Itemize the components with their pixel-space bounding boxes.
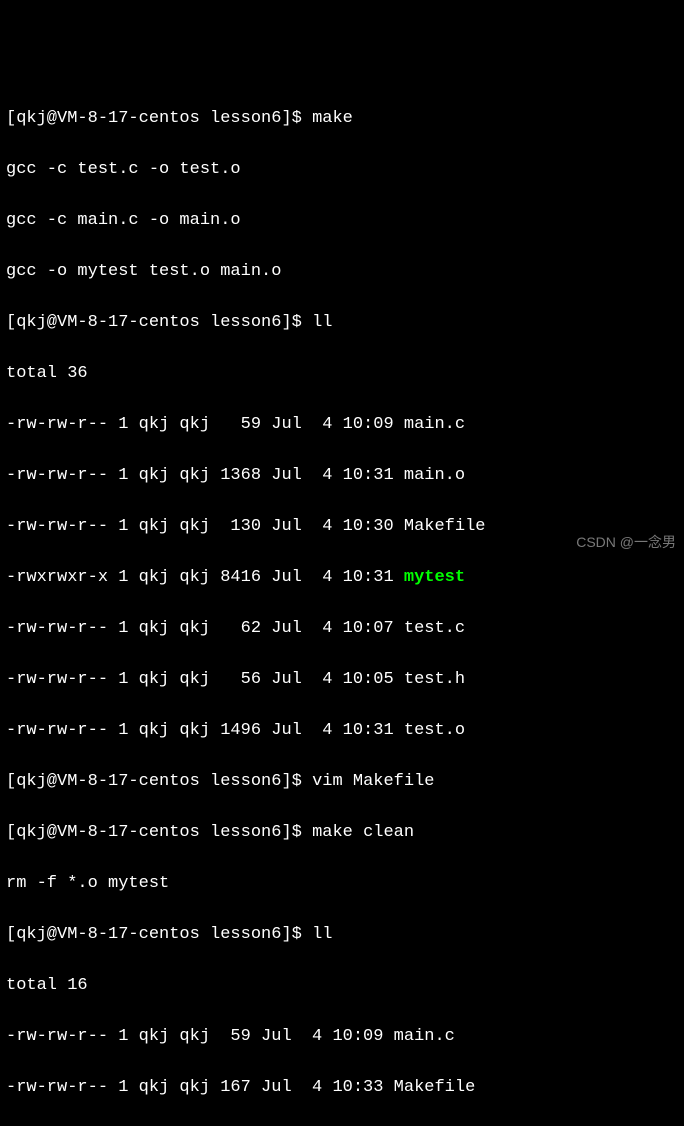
output-line: rm -f *.o mytest [6, 871, 678, 897]
command-text[interactable]: vim Makefile [312, 772, 434, 791]
output-line: gcc -c test.c -o test.o [6, 157, 678, 183]
shell-prompt: [qkj@VM-8-17-centos lesson6]$ [6, 925, 312, 944]
command-text[interactable]: make [312, 109, 353, 128]
output-line: total 16 [6, 973, 678, 999]
shell-prompt: [qkj@VM-8-17-centos lesson6]$ [6, 109, 312, 128]
shell-prompt: [qkj@VM-8-17-centos lesson6]$ [6, 772, 312, 791]
command-text[interactable]: ll [312, 925, 332, 944]
terminal-line: [qkj@VM-8-17-centos lesson6]$ make [6, 106, 678, 132]
file-entry: -rw-rw-r-- 1 qkj qkj 59 Jul 4 10:09 main… [6, 1024, 678, 1050]
terminal-line: [qkj@VM-8-17-centos lesson6]$ make clean [6, 820, 678, 846]
file-entry: -rwxrwxr-x 1 qkj qkj 8416 Jul 4 10:31 my… [6, 565, 678, 591]
file-entry: -rw-rw-r-- 1 qkj qkj 59 Jul 4 10:09 main… [6, 412, 678, 438]
file-entry: -rw-rw-r-- 1 qkj qkj 56 Jul 4 10:05 test… [6, 667, 678, 693]
watermark-text: CSDN @一念男 [576, 532, 676, 553]
output-line: total 36 [6, 361, 678, 387]
shell-prompt: [qkj@VM-8-17-centos lesson6]$ [6, 313, 312, 332]
output-line: gcc -o mytest test.o main.o [6, 259, 678, 285]
command-text[interactable]: make clean [312, 823, 414, 842]
file-entry: -rw-rw-r-- 1 qkj qkj 1496 Jul 4 10:31 te… [6, 718, 678, 744]
file-entry: -rw-rw-r-- 1 qkj qkj 1368 Jul 4 10:31 ma… [6, 463, 678, 489]
output-line: gcc -c main.c -o main.o [6, 208, 678, 234]
command-text[interactable]: ll [312, 313, 332, 332]
executable-file: mytest [404, 568, 465, 587]
file-entry: -rw-rw-r-- 1 qkj qkj 167 Jul 4 10:33 Mak… [6, 1075, 678, 1101]
terminal-line: [qkj@VM-8-17-centos lesson6]$ ll [6, 310, 678, 336]
file-entry: -rw-rw-r-- 1 qkj qkj 62 Jul 4 10:07 test… [6, 616, 678, 642]
terminal-line: [qkj@VM-8-17-centos lesson6]$ ll [6, 922, 678, 948]
file-perms: -rwxrwxr-x 1 qkj qkj 8416 Jul 4 10:31 [6, 568, 404, 587]
shell-prompt: [qkj@VM-8-17-centos lesson6]$ [6, 823, 312, 842]
terminal-line: [qkj@VM-8-17-centos lesson6]$ vim Makefi… [6, 769, 678, 795]
